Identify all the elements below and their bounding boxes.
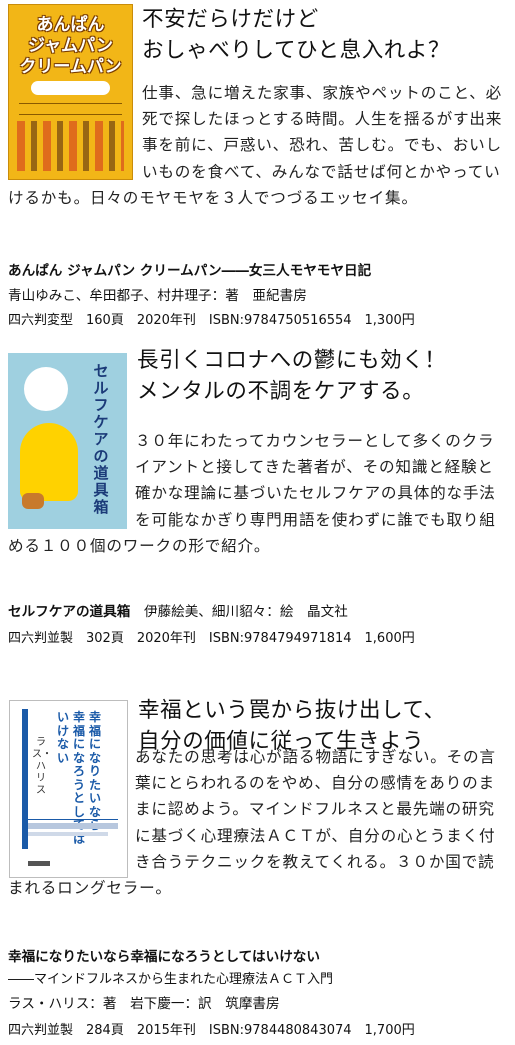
cover-title: あんぱん ジャムパン クリームパン (19, 15, 122, 77)
book-3-description-wrap: あなたの思考は心が語る物語にすぎない。その言葉にとらわれるのをやめ、自分の感情を… (8, 744, 508, 934)
book-1-credits: 青山ゆみこ、牟田都子、村井理子：著 亜紀書房 (8, 288, 307, 304)
book-3-subtitle: ――マインドフルネスから生まれた心理療法ＡＣＴ入門 (8, 972, 334, 987)
book-2-specs: 四六判並製 302頁 2020年刊 ISBN:9784794971814 1,6… (8, 631, 415, 646)
book-1-headline: 不安だらけだけど おしゃべりしてひと息入れよ？ (142, 7, 451, 63)
book-1-specs: 四六判変型 160頁 2020年刊 ISBN:9784750516554 1,3… (8, 313, 415, 328)
cover-badge (24, 367, 68, 411)
book-2-title[interactable]: セルフケアの道具箱 伊藤絵美、細川貂々：絵 晶文社 (8, 600, 348, 620)
book-1-description: 仕事、急に増えた家事、家族やペットのこと、必死で探したほっとする時間。人生を揺る… (8, 84, 503, 207)
book-3-credits: ラス・ハリス：著 岩下慶一：訳 筑摩書房 (8, 996, 280, 1012)
book-3-specs: 四六判並製 284頁 2015年刊 ISBN:9784480843074 1,7… (8, 1023, 415, 1038)
book-3-title[interactable]: 幸福になりたいなら幸福になろうとしてはいけない (8, 945, 320, 965)
book-2-headline: 長引くコロナへの鬱にも効く！ メンタルの不調をケアする。 (137, 348, 447, 404)
book-2-description-wrap: ３０年にわたってカウンセラーとして多くのクライアントと接してきた著者が、その知識… (8, 428, 508, 593)
book-1-title[interactable]: あんぱん ジャムパン クリームパン――女三人モヤモヤ日記 (8, 259, 371, 279)
